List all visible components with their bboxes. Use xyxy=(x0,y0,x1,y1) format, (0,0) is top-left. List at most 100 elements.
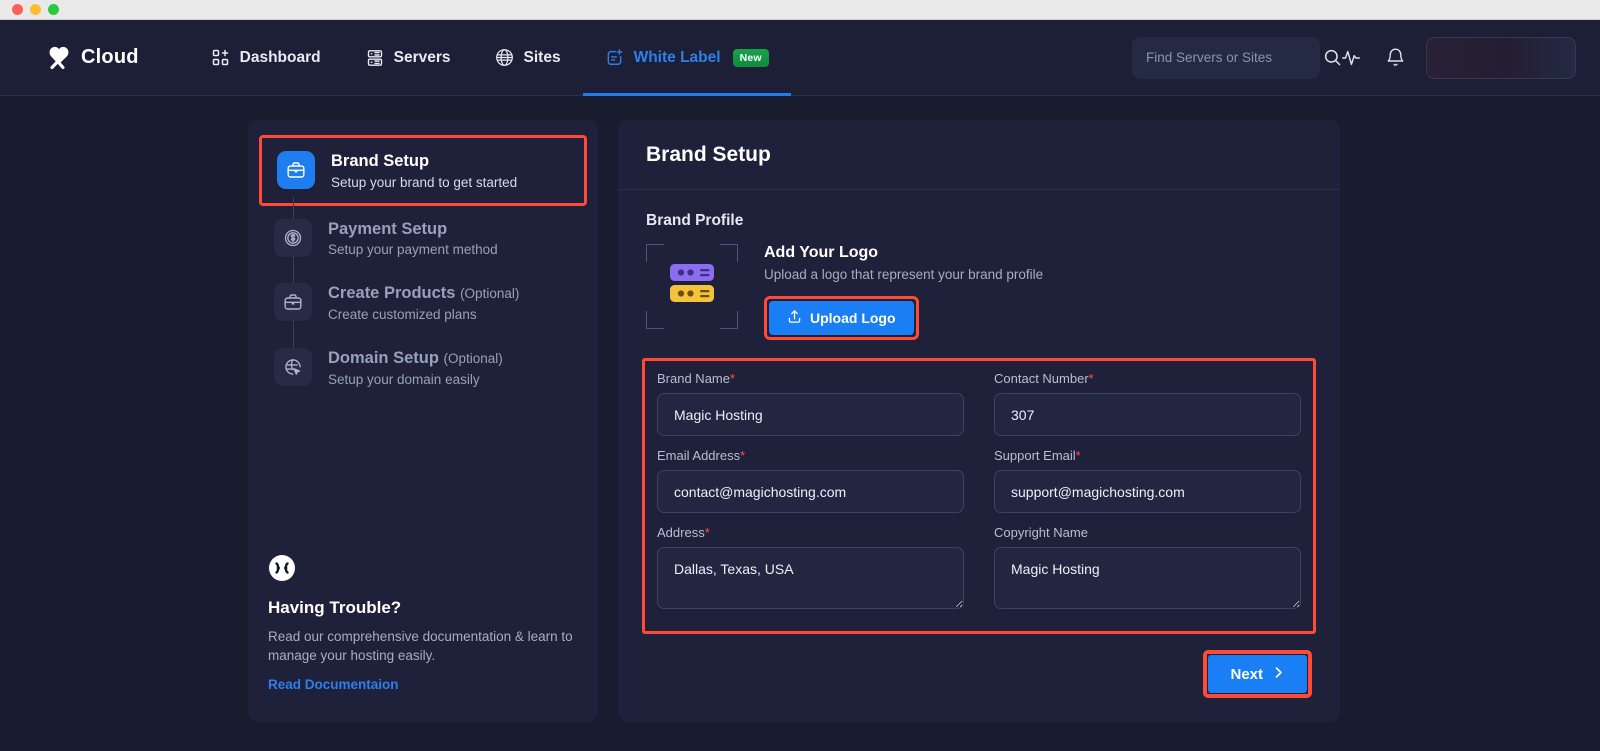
wizard-step-optional: (Optional) xyxy=(444,351,503,366)
email-address-input[interactable] xyxy=(657,470,964,513)
dropzone-corner xyxy=(646,244,664,262)
briefcase-icon xyxy=(277,151,315,189)
nav-item-dashboard-label: Dashboard xyxy=(240,49,321,67)
close-window-button[interactable] xyxy=(12,4,23,15)
support-email-input[interactable] xyxy=(994,470,1301,513)
next-button-highlight: Next xyxy=(1203,650,1312,698)
upload-logo-highlight: Upload Logo xyxy=(764,296,919,340)
wizard-step-title: Payment Setup xyxy=(328,219,498,240)
brand-logo-text: Cloud xyxy=(81,46,139,69)
activity-pulse-icon[interactable] xyxy=(1338,45,1364,71)
panel-header: Brand Setup xyxy=(618,120,1340,190)
nav-item-sites-label: Sites xyxy=(524,49,561,67)
dropzone-corner xyxy=(720,244,738,262)
nav-item-sites[interactable]: Sites xyxy=(473,20,583,95)
field-support-email-label: Support Email* xyxy=(994,448,1301,463)
required-asterisk: * xyxy=(705,525,710,540)
nav-item-servers-label: Servers xyxy=(394,49,451,67)
required-asterisk: * xyxy=(730,371,735,386)
nav-item-white-label[interactable]: White Label New xyxy=(583,20,791,95)
brand-profile-section-title: Brand Profile xyxy=(646,212,1312,230)
help-circle-icon xyxy=(268,554,296,582)
address-textarea[interactable]: Dallas, Texas, USA xyxy=(657,547,964,609)
wizard-step-title: Domain Setup (Optional) xyxy=(328,348,503,369)
next-button[interactable]: Next xyxy=(1208,655,1307,693)
dashboard-grid-icon xyxy=(211,48,231,68)
nav-item-white-label-label: White Label xyxy=(634,49,721,67)
field-email-address-label: Email Address* xyxy=(657,448,964,463)
help-section: Having Trouble? Read our comprehensive d… xyxy=(268,554,578,694)
wizard-step-payment-setup[interactable]: Payment Setup Setup your payment method xyxy=(268,206,578,271)
brand-name-input[interactable] xyxy=(657,393,964,436)
brand-form-highlight: Brand Name* Contact Number* xyxy=(642,358,1316,634)
nav-item-servers[interactable]: Servers xyxy=(343,20,473,95)
wizard-step-title: Create Products (Optional) xyxy=(328,283,519,304)
chevron-right-icon xyxy=(1272,666,1285,683)
upload-logo-button[interactable]: Upload Logo xyxy=(769,301,914,335)
upload-arrow-icon xyxy=(787,309,802,327)
top-nav-right-group xyxy=(1132,37,1576,79)
panel-body: Brand Profile xyxy=(618,190,1340,650)
logo-info: Add Your Logo Upload a logo that represe… xyxy=(764,244,1043,340)
cloud-x-logo-icon xyxy=(44,45,74,71)
user-avatar[interactable] xyxy=(1426,37,1576,79)
globe-icon xyxy=(495,48,515,68)
field-support-email: Support Email* xyxy=(994,448,1301,513)
contact-number-input[interactable] xyxy=(994,393,1301,436)
field-copyright-name-label: Copyright Name xyxy=(994,525,1301,540)
upload-logo-button-label: Upload Logo xyxy=(810,310,896,326)
wizard-step-subtitle: Create customized plans xyxy=(328,307,519,322)
dollar-circle-icon xyxy=(274,219,312,257)
field-contact-number-label: Contact Number* xyxy=(994,371,1301,386)
briefcase-icon xyxy=(274,283,312,321)
dropzone-corner xyxy=(720,311,738,329)
wizard-sidebar: Brand Setup Setup your brand to get star… xyxy=(248,120,598,722)
bell-icon[interactable] xyxy=(1382,45,1408,71)
wizard-step-subtitle: Setup your brand to get started xyxy=(331,175,517,190)
search-box[interactable] xyxy=(1132,37,1320,79)
required-asterisk: * xyxy=(740,448,745,463)
field-address: Address* Dallas, Texas, USA xyxy=(657,525,964,609)
help-text: Read our comprehensive documentation & l… xyxy=(268,627,578,666)
nav-item-dashboard[interactable]: Dashboard xyxy=(189,20,343,95)
wizard-steps: Brand Setup Setup your brand to get star… xyxy=(268,135,578,400)
wizard-step-title: Brand Setup xyxy=(331,151,517,172)
read-documentation-link[interactable]: Read Documentaion xyxy=(268,677,399,692)
logo-dropzone[interactable] xyxy=(646,244,738,329)
server-stack-placeholder-icon xyxy=(667,261,717,312)
server-rack-icon xyxy=(365,48,385,68)
wizard-step-subtitle: Setup your domain easily xyxy=(328,372,503,387)
brand-logo[interactable]: Cloud xyxy=(44,45,139,71)
required-asterisk: * xyxy=(1076,448,1081,463)
add-your-logo-heading: Add Your Logo xyxy=(764,244,1043,262)
wizard-step-brand-setup[interactable]: Brand Setup Setup your brand to get star… xyxy=(259,135,587,206)
new-badge: New xyxy=(733,49,769,67)
page-title: Brand Setup xyxy=(646,143,771,167)
page-content: Brand Setup Setup your brand to get star… xyxy=(0,96,1600,751)
add-your-logo-description: Upload a logo that represent your brand … xyxy=(764,267,1043,282)
minimize-window-button[interactable] xyxy=(30,4,41,15)
wizard-step-create-products[interactable]: Create Products (Optional) Create custom… xyxy=(268,270,578,335)
field-brand-name-label: Brand Name* xyxy=(657,371,964,386)
brand-setup-panel: Brand Setup Brand Profile xyxy=(618,120,1340,722)
document-plus-icon xyxy=(605,48,625,68)
required-asterisk: * xyxy=(1089,371,1094,386)
copyright-name-textarea[interactable]: Magic Hosting xyxy=(994,547,1301,609)
help-title: Having Trouble? xyxy=(268,598,578,618)
dropzone-corner xyxy=(646,311,664,329)
maximize-window-button[interactable] xyxy=(48,4,59,15)
domain-cursor-icon xyxy=(274,348,312,386)
field-copyright-name: Copyright Name Magic Hosting xyxy=(994,525,1301,609)
search-input[interactable] xyxy=(1146,50,1323,65)
field-contact-number: Contact Number* xyxy=(994,371,1301,436)
next-button-label: Next xyxy=(1230,666,1263,683)
top-navigation-bar: Cloud Dashboard xyxy=(0,20,1600,96)
field-address-label: Address* xyxy=(657,525,964,540)
field-brand-name: Brand Name* xyxy=(657,371,964,436)
window-titlebar xyxy=(0,0,1600,20)
panel-footer: Next xyxy=(618,650,1340,722)
logo-upload-row: Add Your Logo Upload a logo that represe… xyxy=(646,244,1312,340)
wizard-step-subtitle: Setup your payment method xyxy=(328,242,498,257)
wizard-step-domain-setup[interactable]: Domain Setup (Optional) Setup your domai… xyxy=(268,335,578,400)
brand-form-grid: Brand Name* Contact Number* xyxy=(657,371,1301,617)
